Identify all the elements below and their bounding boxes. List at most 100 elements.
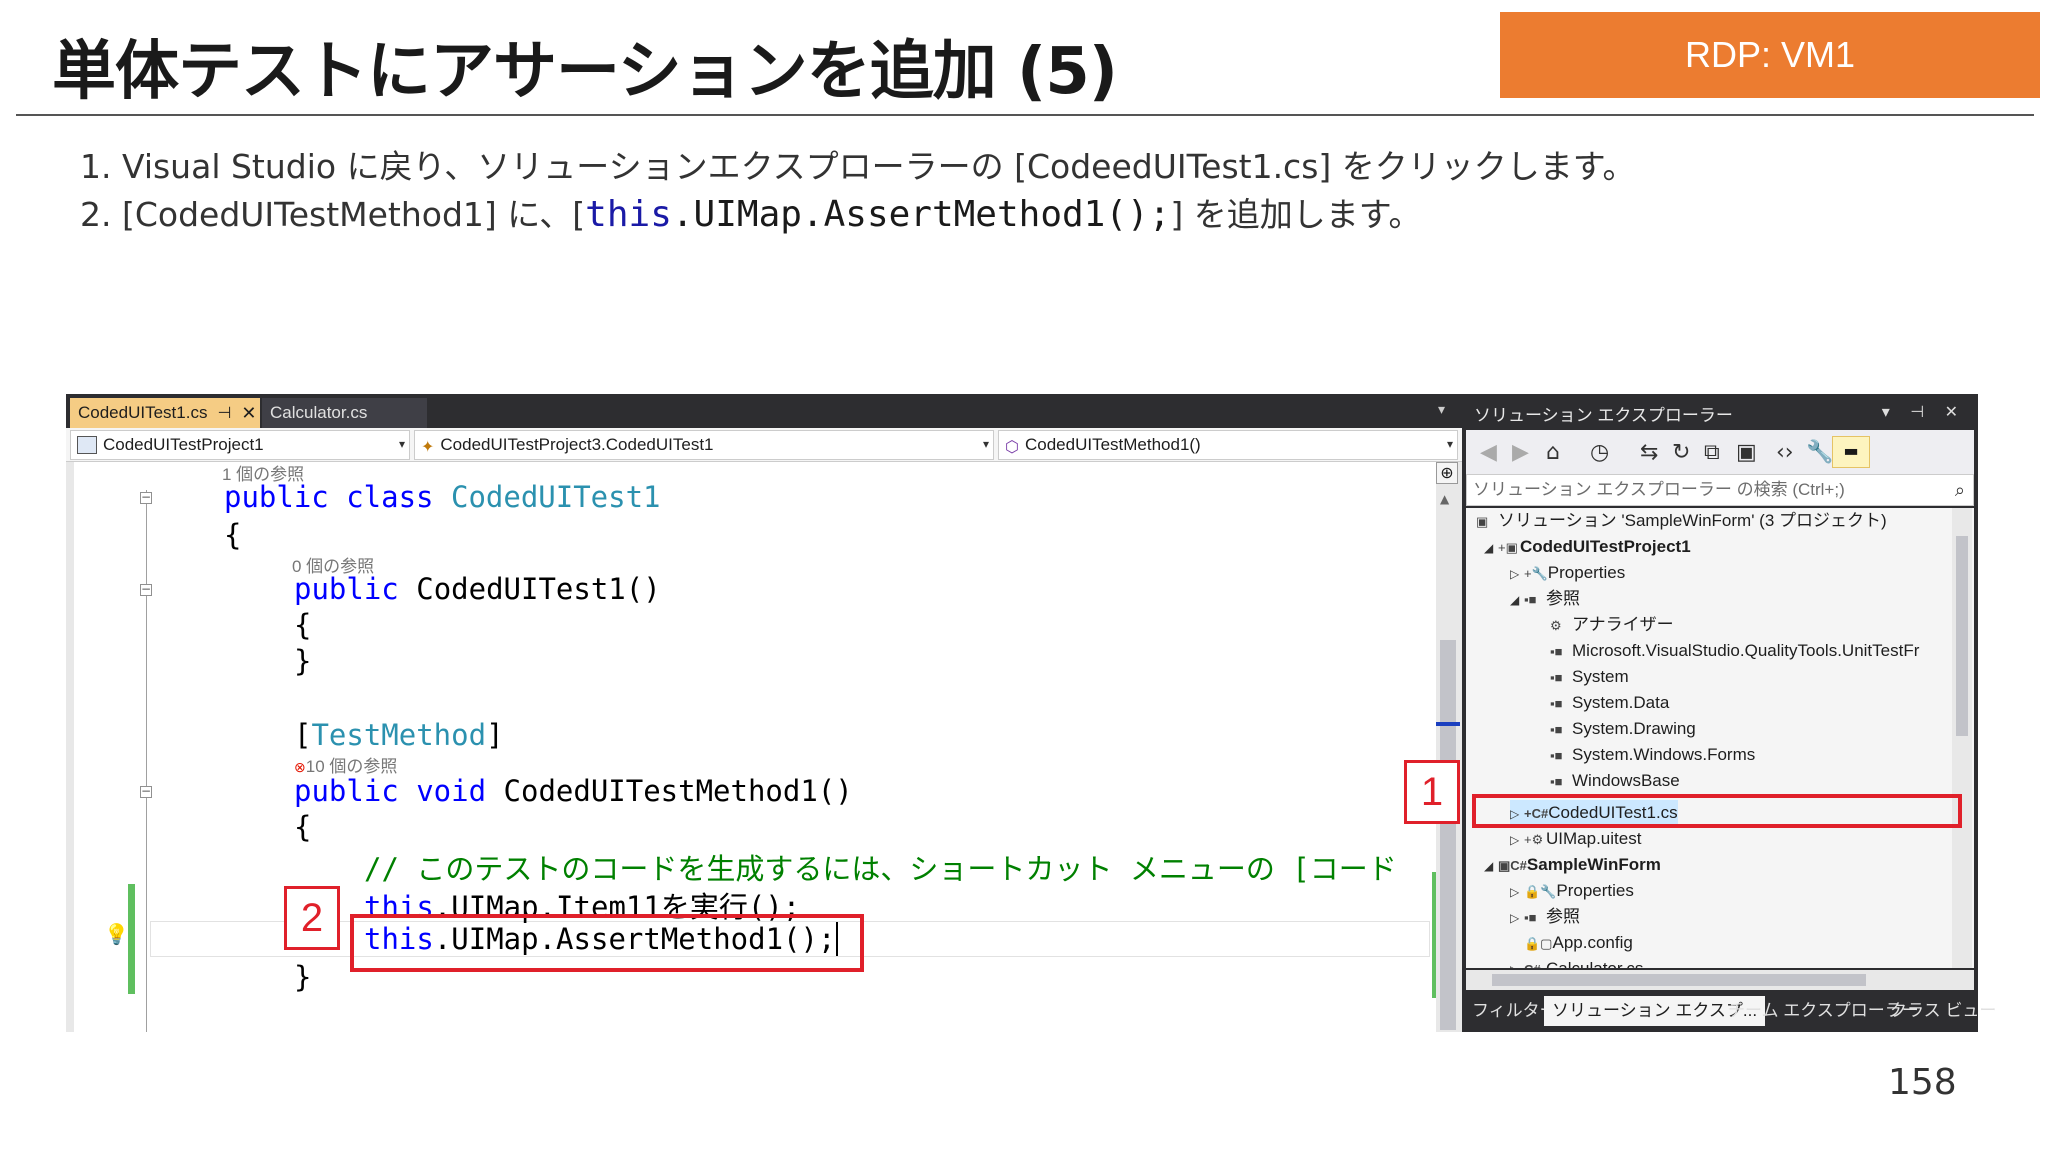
solution-explorer-vscroll-thumb[interactable] xyxy=(1956,536,1968,736)
title-divider xyxy=(16,114,2034,116)
tree-item-properties[interactable]: ▷ 🔒🔧Properties xyxy=(1510,878,1634,904)
tab-calculator-cs[interactable]: Calculator.cs xyxy=(262,398,427,428)
step-1-text: 1. Visual Studio に戻り、ソリューションエクスプローラーの [C… xyxy=(80,147,1636,186)
editor-scroll-thumb[interactable] xyxy=(1440,640,1456,1030)
code-keyword: public xyxy=(294,572,399,606)
class-dropdown[interactable]: ✦ CodedUITestProject3.CodedUITest1 ▾ xyxy=(414,430,994,460)
tree-item-reference[interactable]: ▪■ WindowsBase xyxy=(1550,768,1680,794)
tree-item-label: 参照 xyxy=(1546,589,1580,608)
tree-item-app-config[interactable]: 🔒▢App.config xyxy=(1524,930,1633,956)
code-line-attribute: [TestMethod] xyxy=(294,718,504,752)
project-dropdown[interactable]: CodedUITestProject1 ▾ xyxy=(70,430,410,460)
window-controls-icon[interactable]: ▾ ⊣ ✕ xyxy=(1882,402,1966,422)
tree-item-label: 参照 xyxy=(1546,907,1580,926)
copy-icon[interactable]: ▣ xyxy=(1736,440,1757,465)
class-icon: ✦ xyxy=(421,439,435,456)
collapse-toggle[interactable]: − xyxy=(140,583,152,596)
collapsed-icon[interactable]: ▷ xyxy=(1510,827,1524,853)
split-window-icon[interactable]: ⊕ xyxy=(1436,462,1458,484)
scroll-up-arrow-icon[interactable]: ▲ xyxy=(1440,492,1449,506)
chevron-down-icon: ▾ xyxy=(398,437,405,451)
solution-explorer-search-input[interactable]: ソリューション エクスプローラー の検索 (Ctrl+;) ⌕ xyxy=(1466,474,1974,506)
tree-item-label: Microsoft.VisualStudio.QualityTools.Unit… xyxy=(1572,641,1920,660)
search-icon[interactable]: ⌕ xyxy=(1955,475,1965,505)
tab-class-view[interactable]: クラス ビュー xyxy=(1890,996,1996,1026)
collapsed-icon[interactable]: ▷ xyxy=(1510,879,1524,905)
tree-item-analyzer[interactable]: ⚙ アナライザー xyxy=(1550,612,1674,638)
code-text: ] xyxy=(486,718,504,752)
solution-explorer-title: ソリューション エクスプローラー ▾ ⊣ ✕ xyxy=(1466,398,1974,428)
test-project-icon: +▣ xyxy=(1498,540,1518,555)
expanded-icon[interactable]: ◢ xyxy=(1510,587,1524,613)
reference-icon: ▪■ xyxy=(1550,670,1563,685)
close-icon[interactable]: ✕ xyxy=(241,403,256,424)
forward-icon[interactable]: ▶ xyxy=(1512,440,1529,465)
analyzer-icon: ⚙ xyxy=(1550,618,1562,633)
search-placeholder: ソリューション エクスプローラー の検索 (Ctrl+;) xyxy=(1473,480,1845,499)
back-icon[interactable]: ◀ xyxy=(1480,440,1497,465)
tree-item-label: ソリューション 'SampleWinForm' (3 プロジェクト) xyxy=(1498,511,1887,530)
tree-item-label: System.Windows.Forms xyxy=(1572,745,1756,764)
references-icon: ▪■ xyxy=(1524,592,1537,607)
tree-item-properties[interactable]: ▷ +🔧Properties xyxy=(1510,560,1625,586)
tab-label: CodedUITest1.cs xyxy=(78,403,208,422)
tree-item-references[interactable]: ◢ ▪■ 参照 xyxy=(1510,586,1580,612)
view-code-icon[interactable]: ‹› xyxy=(1776,440,1794,465)
csharp-project-icon: ▣C# xyxy=(1498,858,1527,873)
method-dropdown-value: CodedUITestMethod1() xyxy=(1024,435,1201,454)
tree-item-calculator-cs[interactable]: ▷C#Calculator.cs xyxy=(1510,956,1643,968)
step-2-prefix: 2. [CodedUITestMethod1] に、[ xyxy=(80,195,586,234)
page-number: 158 xyxy=(1888,1062,1957,1103)
collapse-toggle[interactable]: − xyxy=(140,785,152,798)
reference-icon: ▪■ xyxy=(1550,722,1563,737)
solution-explorer-hscroll-thumb[interactable] xyxy=(1492,974,1866,986)
preview-selected-icon[interactable]: ▬ xyxy=(1832,436,1870,468)
tree-item-reference[interactable]: ▪■ System.Windows.Forms xyxy=(1550,742,1755,768)
reference-icon: ▪■ xyxy=(1550,644,1563,659)
collapsed-icon[interactable]: ▷ xyxy=(1510,957,1524,968)
collapsed-icon[interactable]: ▷ xyxy=(1510,561,1524,587)
expanded-icon[interactable]: ◢ xyxy=(1484,853,1498,879)
tree-item-reference[interactable]: ▪■ System xyxy=(1550,664,1629,690)
editor-gutter xyxy=(66,462,74,1032)
tab-overflow-chevron-icon[interactable]: ▾ xyxy=(1438,402,1445,418)
change-indicator xyxy=(128,884,135,994)
code-type: CodedUITest1 xyxy=(450,480,661,514)
step-2-code-rest: .UIMap.AssertMethod1(); xyxy=(671,194,1171,235)
collapse-all-icon[interactable]: ⧉ xyxy=(1704,440,1720,465)
collapsed-icon[interactable]: ▷ xyxy=(1510,905,1524,931)
code-comment: // このテストのコードを生成するには、ショートカット メニューの [コード xyxy=(364,852,1397,886)
method-dropdown[interactable]: ⬡ CodedUITestMethod1() ▾ xyxy=(998,430,1458,460)
solution-icon: ▣ xyxy=(1476,514,1489,529)
tree-item-uimap[interactable]: ▷ +⚙ UIMap.uitest xyxy=(1510,826,1641,852)
solution-explorer-toolbar xyxy=(1466,430,1974,474)
properties-icon[interactable]: 🔧 xyxy=(1806,440,1833,465)
tree-item-reference[interactable]: ▪■ System.Data xyxy=(1550,690,1669,716)
class-dropdown-value: CodedUITestProject3.CodedUITest1 xyxy=(440,435,714,454)
sync-icon[interactable]: ⇆ xyxy=(1640,440,1658,465)
lightbulb-icon[interactable]: 💡 xyxy=(104,922,129,946)
tree-item-solution[interactable]: ▣ ソリューション 'SampleWinForm' (3 プロジェクト) xyxy=(1476,508,1887,534)
history-icon[interactable]: ◷ xyxy=(1590,440,1609,465)
tab-codeduitest1-cs[interactable]: CodedUITest1.cs ⊣ ✕ xyxy=(70,398,260,428)
code-line: } xyxy=(294,644,312,678)
callout-label-2: 2 xyxy=(284,886,340,950)
collapse-toggle[interactable]: − xyxy=(140,491,152,504)
expanded-icon[interactable]: ◢ xyxy=(1484,535,1498,561)
home-icon[interactable]: ⌂ xyxy=(1546,440,1560,465)
step-2-suffix: ] を追加します。 xyxy=(1170,195,1422,234)
code-text: CodedUITestMethod1() xyxy=(503,774,853,808)
code-text: [ xyxy=(294,718,312,752)
tree-item-reference[interactable]: ▪■ Microsoft.VisualStudio.QualityTools.Un… xyxy=(1550,638,1919,664)
tree-item-references[interactable]: ▷ ▪■ 参照 xyxy=(1510,904,1580,930)
tree-item-project[interactable]: ◢ ▣C#SampleWinForm xyxy=(1484,852,1661,878)
step-2-text: 2. [CodedUITestMethod1] に、[this.UIMap.As… xyxy=(80,188,1421,236)
tree-item-project[interactable]: ◢ +▣ CodedUITestProject1 xyxy=(1484,534,1691,560)
tree-item-label: System.Data xyxy=(1572,693,1670,712)
project-dropdown-value: CodedUITestProject1 xyxy=(103,435,264,454)
refresh-icon[interactable]: ↻ xyxy=(1672,440,1690,465)
callout-box-1 xyxy=(1472,794,1962,828)
pin-icon[interactable]: ⊣ xyxy=(217,403,231,423)
reference-icon: ▪■ xyxy=(1550,748,1563,763)
tree-item-reference[interactable]: ▪■ System.Drawing xyxy=(1550,716,1696,742)
